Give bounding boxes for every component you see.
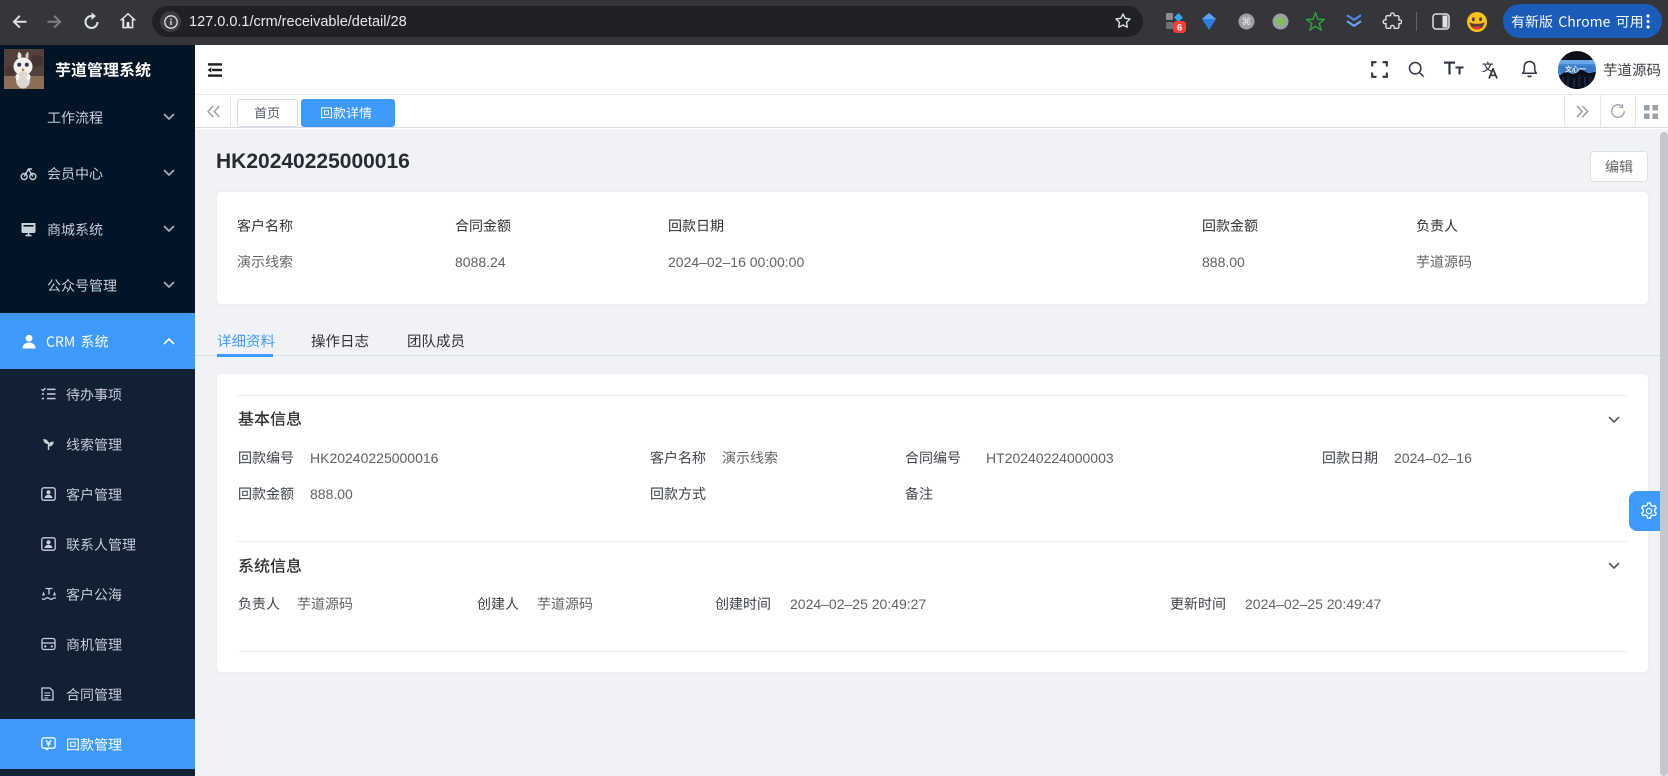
svg-text:⌘: ⌘ <box>1242 17 1252 28</box>
svg-text:6: 6 <box>1177 22 1182 33</box>
svg-text:文心一: 文心一 <box>1565 65 1586 74</box>
